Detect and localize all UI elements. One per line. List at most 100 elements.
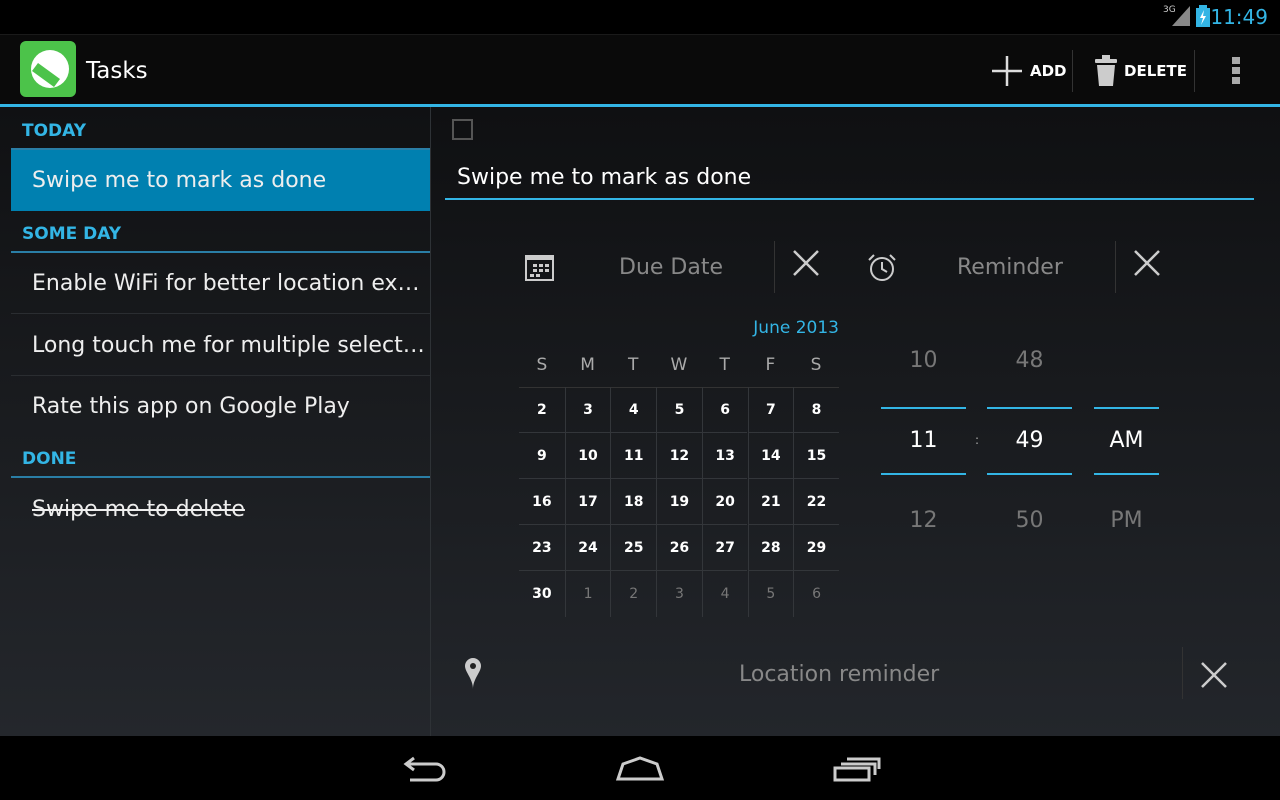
- section-header-today: TODAY: [22, 121, 86, 141]
- add-button[interactable]: ADD: [990, 50, 1067, 92]
- calendar-day[interactable]: 4: [610, 387, 657, 433]
- due-date-button[interactable]: Due Date: [619, 255, 723, 280]
- hour-next[interactable]: 12: [881, 508, 966, 533]
- calendar-day-next-month[interactable]: 2: [610, 571, 656, 617]
- status-bar: 3G 11:49: [0, 0, 1280, 34]
- location-reminder-button[interactable]: Location reminder: [739, 662, 939, 687]
- calendar-day[interactable]: 16: [519, 479, 565, 525]
- calendar-day[interactable]: 26: [656, 525, 702, 571]
- calendar-day[interactable]: 22: [793, 479, 839, 525]
- task-item-selected[interactable]: Swipe me to mark as done: [11, 150, 430, 211]
- task-title-input[interactable]: Swipe me to mark as done: [445, 160, 1254, 200]
- weekday-label: W: [670, 355, 688, 375]
- plus-icon: [992, 56, 1022, 86]
- reminder-button[interactable]: Reminder: [957, 255, 1063, 280]
- calendar-day[interactable]: 14: [747, 433, 794, 479]
- weekday-label: T: [628, 355, 639, 375]
- hour-prev[interactable]: 10: [881, 348, 966, 373]
- task-item-done[interactable]: Swipe me to delete: [11, 479, 430, 540]
- calendar-day[interactable]: 2: [519, 387, 565, 433]
- trash-icon: [1095, 55, 1117, 86]
- calendar-day[interactable]: 3: [564, 387, 611, 433]
- weekday-label: S: [536, 355, 548, 375]
- calendar-day[interactable]: 23: [519, 525, 565, 571]
- location-pin-icon: [465, 658, 481, 689]
- action-separator: [1072, 50, 1073, 92]
- signal-icon: [1172, 6, 1190, 26]
- alarm-clock-icon: [868, 254, 896, 281]
- clear-reminder-button[interactable]: [1133, 246, 1161, 286]
- calendar-day[interactable]: 24: [564, 525, 611, 571]
- battery-icon: [1196, 5, 1210, 27]
- calendar-day-next-month[interactable]: 6: [793, 571, 839, 617]
- calendar-day[interactable]: 28: [747, 525, 794, 571]
- app-title: Tasks: [86, 58, 148, 84]
- add-label: ADD: [1030, 62, 1067, 80]
- task-detail-panel: Swipe me to mark as done Due Date Remind…: [431, 107, 1280, 736]
- task-list-panel: TODAY Swipe me to mark as done SOME DAY …: [0, 107, 430, 736]
- calendar-icon: [525, 255, 554, 281]
- calendar-day-next-month[interactable]: 4: [701, 571, 748, 617]
- calendar-day[interactable]: 29: [793, 525, 839, 571]
- clear-due-date-button[interactable]: [792, 246, 820, 286]
- calendar-day[interactable]: 20: [701, 479, 748, 525]
- hour-current[interactable]: 11: [881, 428, 966, 453]
- calendar-day[interactable]: 21: [747, 479, 794, 525]
- calendar-day[interactable]: 5: [656, 387, 702, 433]
- action-separator: [1194, 50, 1195, 92]
- calendar-day[interactable]: 7: [747, 387, 794, 433]
- task-item[interactable]: Enable WiFi for better location experien…: [11, 253, 430, 314]
- delete-button[interactable]: DELETE: [1094, 50, 1187, 92]
- done-checkbox[interactable]: [452, 119, 473, 140]
- home-icon[interactable]: [615, 756, 665, 782]
- clear-location-button[interactable]: [1200, 661, 1228, 693]
- calendar-day[interactable]: 10: [564, 433, 611, 479]
- separator: [774, 241, 775, 293]
- calendar-day-next-month[interactable]: 5: [747, 571, 794, 617]
- calendar-day[interactable]: 15: [793, 433, 839, 479]
- section-header-done: DONE: [22, 449, 77, 469]
- calendar-day[interactable]: 19: [656, 479, 702, 525]
- calendar-day[interactable]: 11: [610, 433, 657, 479]
- section-header-someday: SOME DAY: [22, 224, 122, 244]
- calendar-day[interactable]: 6: [701, 387, 748, 433]
- action-bar: [0, 34, 1280, 105]
- ampm-current[interactable]: AM: [1094, 428, 1159, 453]
- weekday-label: T: [719, 355, 730, 375]
- recent-apps-icon[interactable]: [833, 756, 881, 782]
- section-divider: [11, 476, 430, 478]
- calendar-day[interactable]: 25: [610, 525, 657, 571]
- separator: [1182, 647, 1183, 699]
- tasks-logo-icon: [31, 50, 69, 88]
- weekday-label: M: [580, 355, 595, 375]
- app-logo[interactable]: [20, 41, 76, 97]
- close-icon: [1201, 662, 1227, 688]
- separator: [1115, 241, 1116, 293]
- minute-prev[interactable]: 48: [987, 348, 1072, 373]
- calendar-day[interactable]: 8: [793, 387, 839, 433]
- close-icon: [793, 250, 819, 276]
- calendar-day-next-month[interactable]: 3: [656, 571, 702, 617]
- back-icon[interactable]: [400, 756, 448, 782]
- weekday-label: F: [765, 355, 776, 375]
- calendar-day-next-month[interactable]: 1: [564, 571, 611, 617]
- overflow-menu-button[interactable]: [1232, 57, 1242, 89]
- calendar-day[interactable]: 18: [610, 479, 657, 525]
- calendar-day[interactable]: 12: [656, 433, 702, 479]
- task-item[interactable]: Rate this app on Google Play: [11, 376, 430, 437]
- calendar-day[interactable]: 17: [564, 479, 611, 525]
- calendar-day[interactable]: 9: [519, 433, 565, 479]
- navigation-bar: [0, 736, 1280, 800]
- calendar-day[interactable]: 13: [701, 433, 748, 479]
- calendar-day[interactable]: 30: [519, 571, 565, 617]
- calendar-day[interactable]: 27: [701, 525, 748, 571]
- minute-current[interactable]: 49: [987, 428, 1072, 453]
- clock: 11:49: [1210, 5, 1268, 29]
- calendar: June 2013 S M T W T F S 2 3 4 5 6 7 8 9 10 11 12 13 14 15 16 1…: [519, 317, 839, 627]
- ampm-next[interactable]: PM: [1094, 508, 1159, 533]
- minute-next[interactable]: 50: [987, 508, 1072, 533]
- time-separator: :: [974, 433, 980, 447]
- weekday-label: S: [810, 355, 822, 375]
- close-icon: [1134, 250, 1160, 276]
- task-item[interactable]: Long touch me for multiple selection: [11, 315, 430, 376]
